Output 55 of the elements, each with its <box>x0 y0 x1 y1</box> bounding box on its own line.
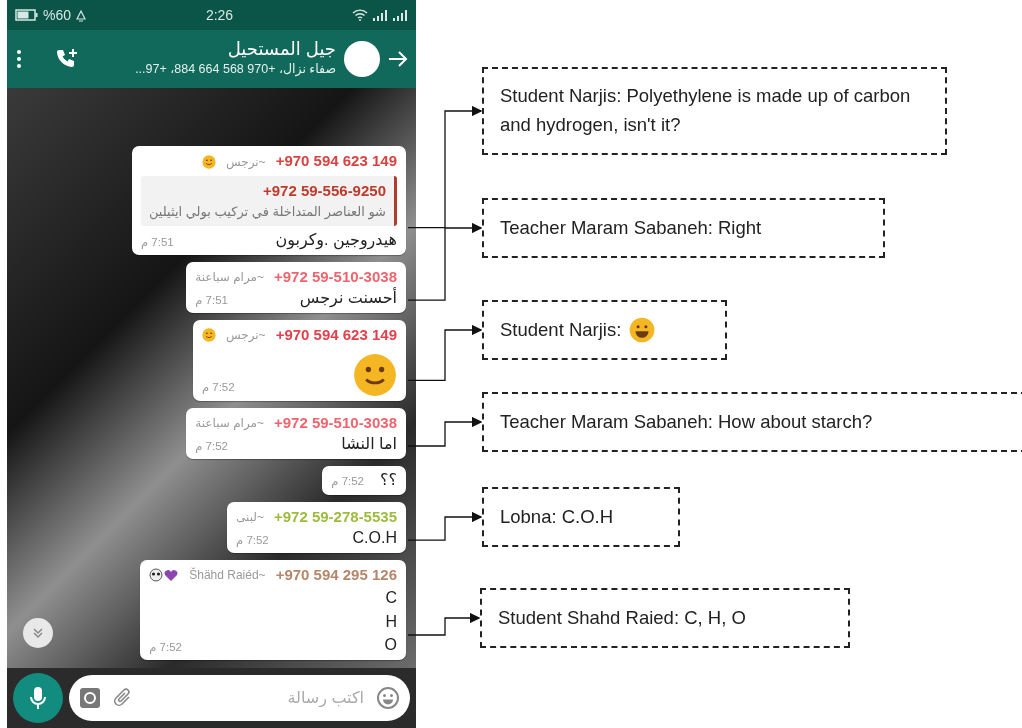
menu-icon[interactable] <box>15 49 23 69</box>
paperclip-icon[interactable] <box>111 687 133 709</box>
annotation-text: Teacher Maram Sabaneh: How about starch? <box>500 409 873 434</box>
quoted-text: شو العناصر المتداخلة في تركيب بولي ايثيلين <box>148 203 386 222</box>
group-title: جيل المستحيل <box>226 38 336 61</box>
camera-icon[interactable] <box>79 687 101 709</box>
annotation-text: Teacher Maram Sabaneh: Right <box>500 215 762 240</box>
message-composer[interactable]: اكتب رسالة <box>69 675 410 721</box>
message-time: 7:52 م <box>149 639 182 656</box>
message-text: C <box>384 588 397 609</box>
sender-name: ~Šhähd Raiéd <box>189 566 266 585</box>
sender-phone: +970 594 295 126 <box>275 564 397 585</box>
status-time: 2:26 <box>205 5 234 25</box>
message-time: 7:51 م <box>140 234 174 251</box>
emoji-icon[interactable] <box>376 686 400 710</box>
battery-icon <box>15 9 39 21</box>
annotation-text: Lobna: C.O.H <box>500 504 614 529</box>
annotation-text: Student Narjis: <box>500 317 622 342</box>
sender-phone: +972 59-278-5535 <box>273 506 397 527</box>
message-text: H <box>384 611 397 632</box>
battery-percent: %60 <box>43 5 72 25</box>
quoted-author: +972 59-556-9250 <box>261 180 386 201</box>
group-members: صفاء نزال، +970 568 664 884، +97... <box>134 61 336 79</box>
back-arrow-icon[interactable] <box>388 50 408 68</box>
sender-name: ~مرام سباعنة <box>195 269 264 286</box>
sender-phone: +972 59-510-3038 <box>273 412 397 433</box>
message-time: 7:52 م <box>195 438 228 455</box>
message-text: أحسنت نرجس <box>299 288 397 310</box>
scroll-down-button[interactable] <box>23 618 53 648</box>
message-text: اما النشا <box>341 434 397 455</box>
message-text: C.O.H <box>352 528 397 549</box>
message-time: 7:51 م <box>195 292 228 309</box>
message-time: 7:52 م <box>201 380 235 396</box>
sender-name: ~مرام سباعنة <box>195 414 264 432</box>
double-chevron-down-icon[interactable] <box>32 627 44 639</box>
sender-name: ~نرجس <box>225 327 266 345</box>
annotation-text: Student Shahd Raied: C, H, O <box>498 605 746 630</box>
annotation-text: Student Narjis: Polyethylene is made up of carbon and hydrogen, isn't it? <box>500 84 912 137</box>
sender-phone: +972 59-510-3038 <box>273 266 397 287</box>
message-text: O <box>384 634 397 655</box>
smiley-sticker <box>353 352 397 397</box>
sender-name: ~لبنى <box>236 508 264 526</box>
signal-icon <box>372 9 388 21</box>
signal-icon <box>392 9 408 21</box>
message-time: 7:52 م <box>236 532 269 549</box>
message-time: 7:52 م <box>331 474 364 490</box>
microphone-button[interactable] <box>13 673 63 723</box>
message-text: ؟؟ <box>380 469 397 490</box>
sender-phone: +970 594 623 149 <box>275 151 397 172</box>
group-avatar[interactable] <box>344 41 380 77</box>
sender-name: ~نرجس <box>225 153 266 171</box>
wifi-icon <box>352 9 368 21</box>
message-text: هيدروجين .وكربون <box>275 229 397 251</box>
sender-phone: +970 594 623 149 <box>275 325 397 346</box>
microphone-icon[interactable] <box>30 686 46 710</box>
